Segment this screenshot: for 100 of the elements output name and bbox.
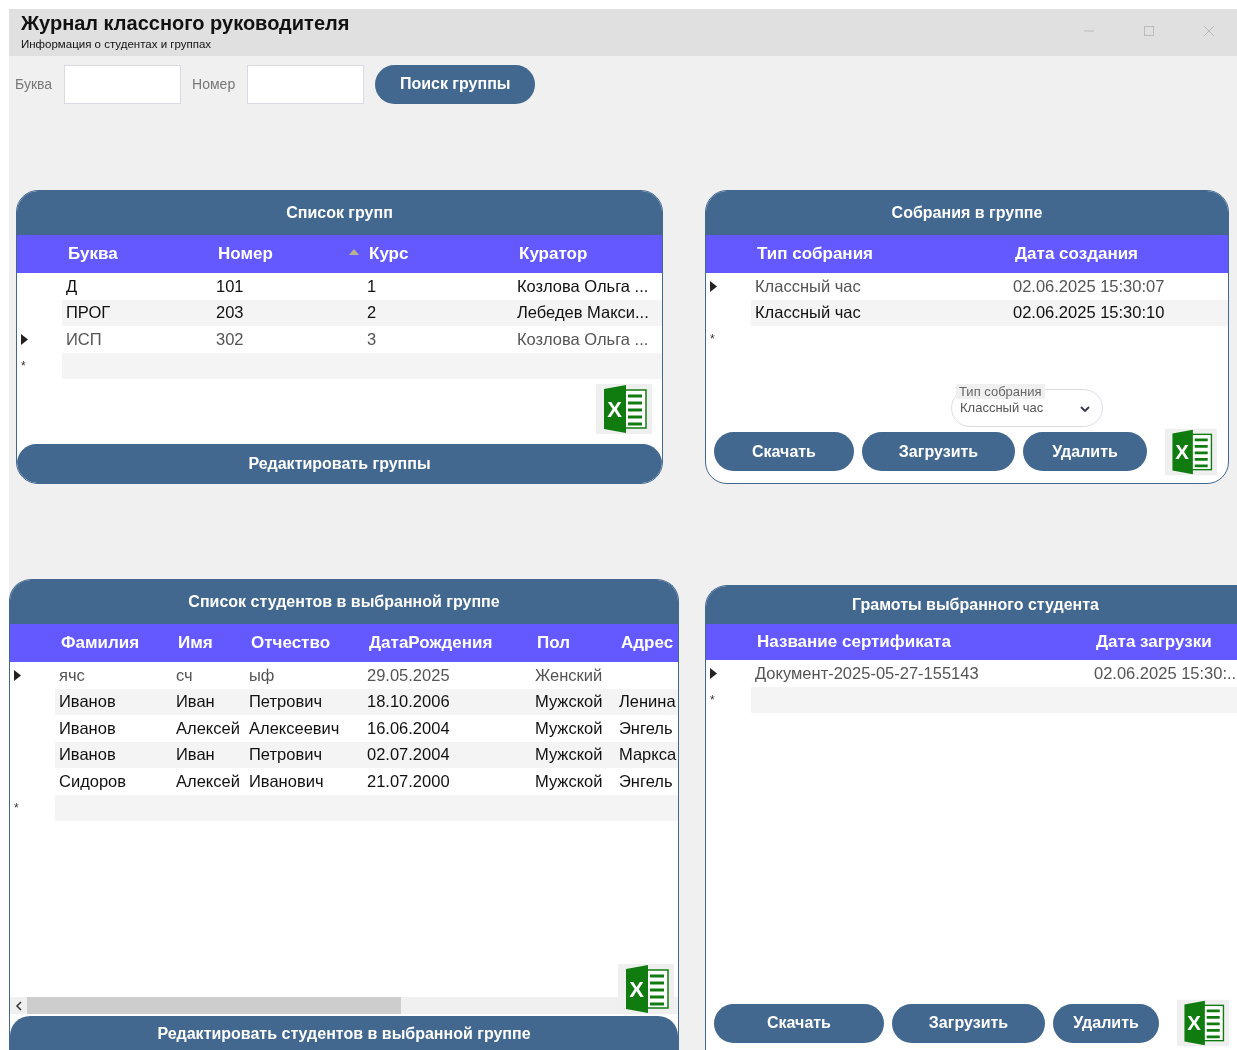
table-row[interactable]: ячс сч ыф 29.05.2025 Женский [10,662,678,689]
column-header[interactable]: Адрес [621,633,674,652]
table-cell: 16.06.2004 [367,718,450,738]
new-row-marker: * [710,332,715,347]
action-button[interactable]: Скачать [714,432,854,471]
table-cell: Иван [176,692,215,712]
column-header[interactable]: Дата создания [1015,244,1139,263]
table-cell: 302 [216,329,244,349]
table-cell: 02.06.2025 15:30:07 [1013,276,1165,296]
action-button[interactable]: Загрузить [862,432,1015,471]
table-cell: 18.10.2006 [367,692,450,712]
table-cell: ыф [249,665,275,685]
table-cell: Энгель [619,771,673,791]
table-cell: Лебедев Макси... [517,303,649,323]
panel-title: Список студентов в выбранной группе [188,593,500,611]
column-header[interactable]: ДатаРождения [369,633,493,652]
action-button[interactable]: Загрузить [892,1003,1045,1043]
field-label: Буква [15,76,53,92]
spreadsheet-icon[interactable]: X [1165,426,1217,477]
table-cell: Женский [535,665,603,685]
spreadsheet-icon[interactable]: X [596,384,652,434]
close-icon[interactable] [1203,25,1215,37]
table-row[interactable]: Иванов Алексей Алексеевич 16.06.2004 Мужской Энгель [10,715,678,742]
table-cell: 2 [367,303,377,323]
input-field[interactable] [247,64,365,104]
table-cell: Документ-2025-05-27-155143 [755,663,979,683]
panel-title: Грамоты выбранного студента [852,596,1099,614]
table-cell: ИСП [66,329,102,349]
column-header[interactable]: Фамилия [61,633,140,652]
table-cell: ячс [59,665,85,685]
chevron-down-icon [1080,405,1090,412]
panel-title: Собрания в группе [891,204,1043,222]
table-cell: Петрович [249,745,322,765]
field-label: Номер [192,76,236,92]
table-cell: Иван [176,745,215,765]
column-header[interactable]: Отчество [251,633,331,652]
column-header[interactable]: Имя [178,633,213,652]
table-cell: Алексей [176,771,240,791]
column-header[interactable]: Буква [68,244,118,263]
table-cell: Иванович [249,771,324,791]
table-cell: Козлова Ольга ... [517,329,649,349]
table-cell: ПРОГ [66,303,111,323]
new-row-marker: * [710,692,715,707]
table-row[interactable]: Д 101 1 Козлова Ольга ... [17,273,662,300]
edit-button[interactable]: Редактировать группы [17,444,662,483]
horizontal-scrollbar[interactable] [10,997,678,1014]
table-cell: 02.06.2025 15:30:.. [1094,663,1237,683]
table-cell: 02.06.2025 15:30:10 [1013,303,1165,323]
table-cell: сч [176,665,193,685]
table-row[interactable]: Классный час 02.06.2025 15:30:07 [706,273,1228,300]
table-cell: Иванов [59,745,116,765]
action-button[interactable]: Удалить [1053,1003,1159,1043]
table-cell: Мужской [535,718,603,738]
window-subtitle: Информация о студентах и группах [21,38,213,50]
spreadsheet-icon[interactable]: X [618,964,674,1014]
table-cell: Мужской [535,771,603,791]
table-cell: Ленина [619,692,676,712]
table-cell: 203 [216,303,244,323]
column-header[interactable]: Куратор [519,244,588,263]
table-cell: Д [66,276,78,296]
new-row-marker: * [14,800,19,815]
edit-button[interactable]: Редактировать студентов в выбранной группе [10,1016,678,1050]
spreadsheet-icon[interactable]: X [1177,998,1229,1048]
column-header[interactable]: Курс [369,244,409,263]
search-button[interactable]: Поиск группы [375,64,536,104]
window-title: Журнал классного руководителя [21,12,350,35]
table-cell: 3 [367,329,377,349]
action-button[interactable]: Удалить [1023,432,1147,471]
column-header[interactable]: Название сертификата [757,632,951,651]
column-header[interactable]: Пол [537,633,570,652]
table-row[interactable]: Сидоров Алексей Иванович 21.07.2000 Мужской Энгель [10,768,678,795]
table-cell: 101 [216,276,244,296]
table-row[interactable]: Документ-2025-05-27-155143 02.06.2025 15:30:.. [706,660,1237,687]
action-button[interactable]: Скачать [714,1003,884,1043]
table-cell: Классный час [755,276,861,296]
table-cell: Мужской [535,692,603,712]
column-header[interactable]: Дата загрузки [1096,632,1212,651]
table-cell: Энгель [619,718,673,738]
table-cell: Петрович [249,692,322,712]
new-row-marker: * [21,358,26,373]
new-table-row[interactable]: * [706,326,1228,353]
table-cell: 1 [367,276,377,296]
table-cell: Иванов [59,718,116,738]
table-cell: Маркса [619,745,677,765]
column-header[interactable]: Номер [218,244,273,263]
table-cell: 21.07.2000 [367,771,450,791]
table-cell: Алексей [176,718,240,738]
table-cell: 29.05.2025 [367,665,450,685]
column-header[interactable]: Тип собрания [757,244,873,263]
maximize-icon[interactable] [1143,25,1155,37]
table-cell: Алексеевич [249,718,340,738]
table-row[interactable]: ИСП 302 3 Козлова Ольга ... [17,326,662,353]
table-cell: Классный час [755,303,861,323]
table-cell: Сидоров [59,771,127,791]
table-cell: Иванов [59,692,116,712]
panel-title: Список групп [286,204,393,222]
scroll-left-icon[interactable] [15,1000,23,1011]
table-cell: 02.07.2004 [367,745,450,765]
input-field[interactable] [64,64,182,104]
table-cell: Козлова Ольга ... [517,276,649,296]
